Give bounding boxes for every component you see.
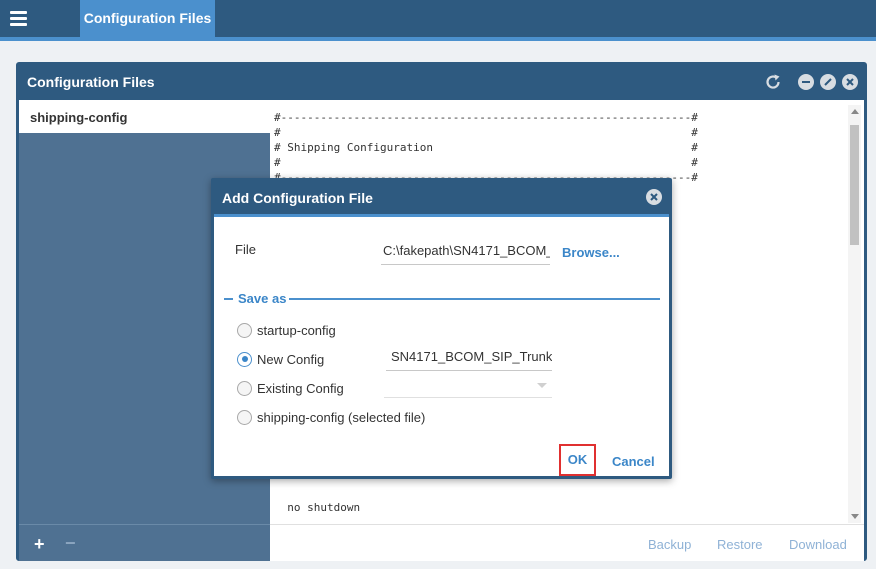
config-line <box>274 485 844 500</box>
fieldset-line <box>224 298 233 300</box>
add-file-button[interactable]: + <box>34 534 45 555</box>
option-existing-config[interactable]: Existing Config <box>237 378 344 398</box>
existing-config-label: Existing Config <box>257 380 344 396</box>
new-config-name-field[interactable]: SN4171_BCOM_SIP_Trunk <box>386 347 552 371</box>
shipping-config-radio[interactable] <box>237 409 252 425</box>
file-path-field[interactable]: C:\fakepath\SN4171_BCOM_SIP_Trunk.cfg <box>381 241 550 265</box>
config-line: # # <box>274 126 698 139</box>
save-as-legend: Save as <box>238 291 287 306</box>
file-label: File <box>235 242 256 257</box>
window-title: Configuration Files <box>27 74 155 90</box>
dialog-header: Add Configuration File <box>214 181 669 214</box>
hamburger-menu-icon[interactable] <box>0 0 36 37</box>
new-config-radio[interactable] <box>237 351 252 367</box>
backup-button[interactable]: Backup <box>648 537 691 552</box>
sidebar-item-shipping-config[interactable]: shipping-config <box>19 100 270 133</box>
option-startup-config[interactable]: startup-config <box>237 320 336 340</box>
action-bar: Backup Restore Download <box>270 524 864 561</box>
close-icon[interactable] <box>842 74 858 90</box>
scroll-up-arrow-icon[interactable] <box>851 109 859 114</box>
sidebar-footer: + − <box>19 524 270 561</box>
tab-configuration-files[interactable]: Configuration Files <box>80 0 215 37</box>
option-new-config[interactable]: New Config <box>237 349 324 369</box>
config-line <box>274 515 844 520</box>
restore-button[interactable]: Restore <box>717 537 763 552</box>
fieldset-line <box>289 298 660 300</box>
browse-button[interactable]: Browse... <box>562 245 620 260</box>
startup-config-label: startup-config <box>257 322 336 338</box>
refresh-icon[interactable] <box>764 73 782 91</box>
config-line: #---------------------------------------… <box>274 111 698 124</box>
window-header: Configuration Files <box>19 65 864 100</box>
cancel-button[interactable]: Cancel <box>612 454 655 469</box>
download-button[interactable]: Download <box>789 537 847 552</box>
scroll-thumb[interactable] <box>850 125 859 245</box>
minimize-icon[interactable] <box>798 74 814 90</box>
config-line: no shutdown <box>274 501 361 514</box>
content-scrollbar[interactable] <box>848 105 861 523</box>
dialog-header-accent <box>214 214 669 217</box>
scroll-down-arrow-icon[interactable] <box>851 514 859 519</box>
topbar-accent-line <box>0 37 876 41</box>
add-configuration-file-dialog: Add Configuration File File C:\fakepath\… <box>211 178 672 479</box>
existing-config-radio[interactable] <box>237 380 252 396</box>
option-shipping-config[interactable]: shipping-config (selected file) <box>237 407 425 427</box>
top-navigation-bar: Configuration Files <box>0 0 876 37</box>
startup-config-radio[interactable] <box>237 322 252 338</box>
restore-icon[interactable] <box>820 74 836 90</box>
chevron-down-icon <box>537 383 547 388</box>
remove-file-button[interactable]: − <box>65 533 76 554</box>
dialog-close-icon[interactable] <box>646 189 662 205</box>
config-line: # Shipping Configuration # <box>274 141 698 154</box>
ok-button[interactable]: OK <box>559 444 596 476</box>
new-config-label: New Config <box>257 351 325 367</box>
dialog-title: Add Configuration File <box>222 190 373 206</box>
shipping-config-label: shipping-config (selected file) <box>257 409 426 425</box>
config-line: # # <box>274 156 698 169</box>
existing-config-select[interactable] <box>384 374 552 398</box>
